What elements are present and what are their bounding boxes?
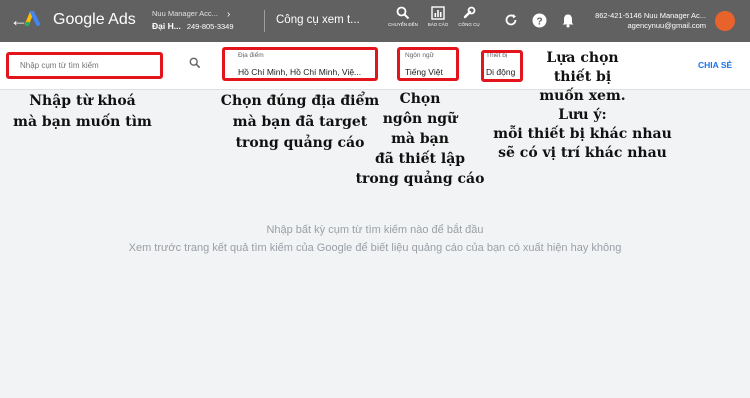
tools-button[interactable]: CÔNG CỤ <box>451 6 487 27</box>
search-icon[interactable] <box>189 57 201 69</box>
device-annotation-line: mỗi thiết bị khác nhau <box>493 126 672 142</box>
account-name: Đại H... <box>152 21 181 31</box>
google-ads-logo-icon <box>25 11 40 27</box>
highlight-box-location <box>222 47 378 81</box>
app-name: Google Ads <box>53 11 136 28</box>
bell-icon[interactable] <box>561 13 575 28</box>
account-selector[interactable]: Đại H... 249-805-3349 <box>152 21 234 31</box>
search-annotation: Nhập từ khoá mà bạn muốn tìm <box>0 91 165 133</box>
top-app-bar: ← Google Ads Nuu Manager Acc... › Đại H.… <box>0 0 750 42</box>
empty-state-title: Nhập bất kỳ cụm từ tìm kiếm nào để bắt đ… <box>266 224 484 236</box>
account-id: 249-805-3349 <box>186 22 234 31</box>
language-annotation-line: mà bạn <box>391 131 449 147</box>
device-annotation-line: Lựa chọn <box>546 50 619 66</box>
search-annotation-line: Nhập từ khoá <box>29 93 136 109</box>
search-annotation-line: mà bạn muốn tìm <box>13 114 152 130</box>
highlight-box-language <box>397 47 459 81</box>
language-annotation-line: đã thiết lập <box>374 151 466 167</box>
device-annotation-line: muốn xem. <box>539 88 626 104</box>
device-annotation: Lựa chọn thiết bị muốn xem. Lưu ý: mỗi t… <box>490 49 675 163</box>
language-annotation-line: trong quảng cáo <box>355 171 485 187</box>
share-button[interactable]: CHIA SẺ <box>698 60 732 70</box>
goto-label: CHUYỂN ĐẾN <box>388 22 418 27</box>
account-email: agencynuu@gmail.com <box>627 21 707 30</box>
avatar[interactable] <box>715 11 735 31</box>
tools-label: CÔNG CỤ <box>458 22 480 27</box>
divider <box>264 10 265 32</box>
wrench-icon <box>463 6 476 19</box>
account-info[interactable]: 862-421-5146 Nuu Manager Ac... agencynuu… <box>580 11 706 31</box>
language-annotation-line: Chọn <box>399 91 441 107</box>
chevron-right-icon[interactable]: › <box>227 9 230 20</box>
search-icon <box>396 6 410 20</box>
language-annotation-line: ngôn ngữ <box>382 111 458 127</box>
device-annotation-line: Lưu ý: <box>558 107 607 123</box>
device-annotation-line: sẽ có vị trí khác nhau <box>498 145 667 161</box>
language-annotation: Chọn ngôn ngữ mà bạn đã thiết lập trong … <box>355 89 485 189</box>
bar-chart-icon <box>431 6 445 20</box>
goto-button[interactable]: CHUYỂN ĐẾN <box>385 6 421 27</box>
help-icon[interactable]: ? <box>532 13 547 28</box>
svg-text:?: ? <box>536 16 542 27</box>
page-title: Công cụ xem t... <box>276 14 360 26</box>
customer-id: 862-421-5146 Nuu Manager Ac... <box>595 11 706 20</box>
highlight-box-search <box>6 52 163 79</box>
device-annotation-line: thiết bị <box>553 69 612 85</box>
empty-state-subtitle: Xem trước trang kết quả tìm kiếm của Goo… <box>128 242 622 254</box>
refresh-icon[interactable] <box>504 13 518 27</box>
account-manager-name[interactable]: Nuu Manager Acc... <box>152 9 218 18</box>
